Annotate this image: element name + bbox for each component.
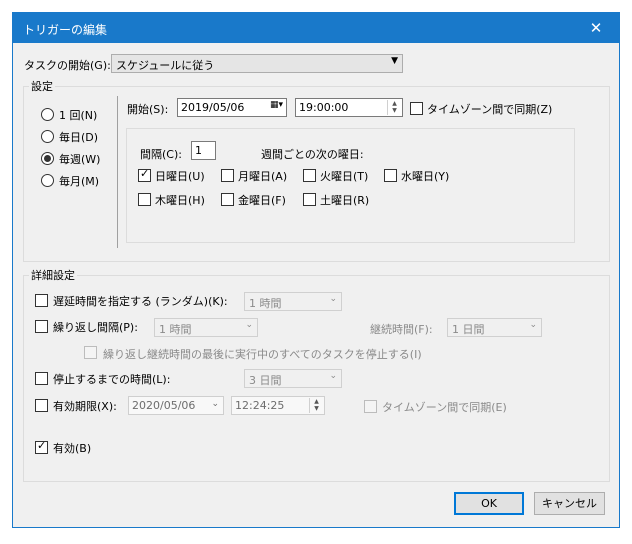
expire-time-value: 12:24:25 [235, 399, 285, 412]
stop-after-value: 3 日間 [249, 374, 282, 387]
ok-button[interactable]: OK [454, 492, 524, 515]
expire-date-picker[interactable]: 2020/05/06 ⌄ [128, 396, 224, 415]
expire-time-input[interactable]: 12:24:25 ▲ ▼ [231, 396, 325, 415]
task-start-label: タスクの開始(G): [24, 59, 111, 72]
edit-trigger-dialog: トリガーの編集 ✕ タスクの開始(G): スケジュールに従う ▼ 設定 1 回(… [12, 12, 620, 528]
enabled-checkbox[interactable]: ✓ [35, 439, 48, 454]
sync-timezone-checkbox[interactable] [410, 102, 423, 115]
delay-label: 遅延時間を指定する (ランダム)(K): [53, 295, 228, 308]
task-start-value: スケジュールに従う [116, 59, 215, 72]
delay-checkbox[interactable] [35, 294, 48, 307]
stop-running-label: 繰り返し継続時間の最後に実行中のすべてのタスクを停止する(I) [103, 348, 422, 361]
checkbox-thursday[interactable] [138, 193, 151, 206]
radio-monthly[interactable] [41, 174, 54, 187]
checkmark-icon: ✓ [140, 167, 150, 180]
radio-once[interactable] [41, 108, 54, 121]
checkbox-wednesday[interactable] [384, 169, 397, 182]
interval-value: 1 [195, 144, 202, 157]
chevron-down-icon: ⌄ [329, 294, 337, 304]
repeat-label: 繰り返し間隔(P): [53, 321, 138, 334]
checkbox-sunday-label: 日曜日(U) [155, 170, 205, 183]
checkbox-thursday-label: 木曜日(H) [155, 194, 205, 207]
checkbox-monday[interactable] [221, 169, 234, 182]
cancel-button[interactable]: キャンセル [534, 492, 605, 515]
start-time-input[interactable]: 19:00:00 ▲ ▼ [295, 98, 403, 117]
start-date-picker[interactable]: 2019/05/06 ▦▾ [177, 98, 287, 117]
repeat-interval-select[interactable]: 1 時間 ⌄ [154, 318, 258, 337]
settings-divider [117, 96, 118, 248]
chevron-down-icon: ⌄ [529, 320, 537, 330]
delay-value: 1 時間 [249, 297, 282, 310]
stop-after-checkbox[interactable] [35, 372, 48, 385]
delay-select[interactable]: 1 時間 ⌄ [244, 292, 342, 311]
interval-input[interactable]: 1 [191, 141, 216, 160]
time-spinner-icon[interactable]: ▲ ▼ [309, 398, 323, 413]
advanced-settings-label: 詳細設定 [29, 267, 77, 283]
stop-running-checkbox[interactable] [84, 346, 97, 359]
checkbox-monday-label: 月曜日(A) [238, 170, 288, 183]
title-bar: トリガーの編集 ✕ [13, 13, 619, 43]
duration-value: 1 日間 [452, 323, 485, 336]
radio-once-label: 1 回(N) [59, 109, 98, 122]
start-time-value: 19:00:00 [299, 101, 349, 114]
expire-date-value: 2020/05/06 [132, 399, 196, 412]
radio-weekly[interactable] [41, 152, 54, 165]
checkbox-friday-label: 金曜日(F) [238, 194, 286, 207]
weekly-days-label: 週間ごとの次の曜日: [261, 148, 364, 161]
repeat-checkbox[interactable] [35, 320, 48, 333]
chevron-down-icon: ▼ [391, 56, 398, 66]
checkbox-saturday[interactable] [303, 193, 316, 206]
chevron-down-icon[interactable]: ⌄ [211, 399, 219, 409]
radio-daily[interactable] [41, 130, 54, 143]
time-spinner-icon[interactable]: ▲ ▼ [387, 100, 401, 115]
stop-after-select[interactable]: 3 日間 ⌄ [244, 369, 342, 388]
stop-after-label: 停止するまでの時間(L): [53, 373, 171, 386]
expire-checkbox[interactable] [35, 399, 48, 412]
enabled-label: 有効(B) [53, 442, 92, 455]
radio-weekly-label: 毎週(W) [59, 153, 101, 166]
checkbox-saturday-label: 土曜日(R) [320, 194, 370, 207]
checkbox-tuesday[interactable] [303, 169, 316, 182]
start-date-value: 2019/05/06 [181, 101, 245, 114]
expire-label: 有効期限(X): [53, 400, 117, 413]
expire-sync-checkbox[interactable] [364, 400, 377, 413]
sync-timezone-label: タイムゾーン間で同期(Z) [427, 103, 553, 116]
checkbox-tuesday-label: 火曜日(T) [320, 170, 369, 183]
chevron-down-icon: ⌄ [245, 320, 253, 330]
duration-select[interactable]: 1 日間 ⌄ [447, 318, 542, 337]
calendar-icon[interactable]: ▦▾ [270, 100, 283, 110]
checkbox-sunday[interactable]: ✓ [138, 167, 151, 182]
dialog-title: トリガーの編集 [23, 23, 108, 37]
radio-monthly-label: 毎月(M) [59, 175, 100, 188]
start-label: 開始(S): [127, 103, 169, 116]
close-icon[interactable]: ✕ [573, 13, 619, 43]
radio-daily-label: 毎日(D) [59, 131, 99, 144]
interval-label: 間隔(C): [140, 148, 182, 161]
duration-label: 継続時間(F): [370, 323, 433, 336]
radio-selected-dot [44, 155, 51, 162]
task-start-select[interactable]: スケジュールに従う ▼ [111, 54, 403, 73]
checkbox-friday[interactable] [221, 193, 234, 206]
checkmark-icon: ✓ [37, 439, 47, 452]
chevron-down-icon: ⌄ [329, 371, 337, 381]
expire-sync-label: タイムゾーン間で同期(E) [382, 401, 507, 414]
checkbox-wednesday-label: 水曜日(Y) [401, 170, 450, 183]
settings-group-label: 設定 [29, 78, 55, 94]
repeat-interval-value: 1 時間 [159, 323, 192, 336]
